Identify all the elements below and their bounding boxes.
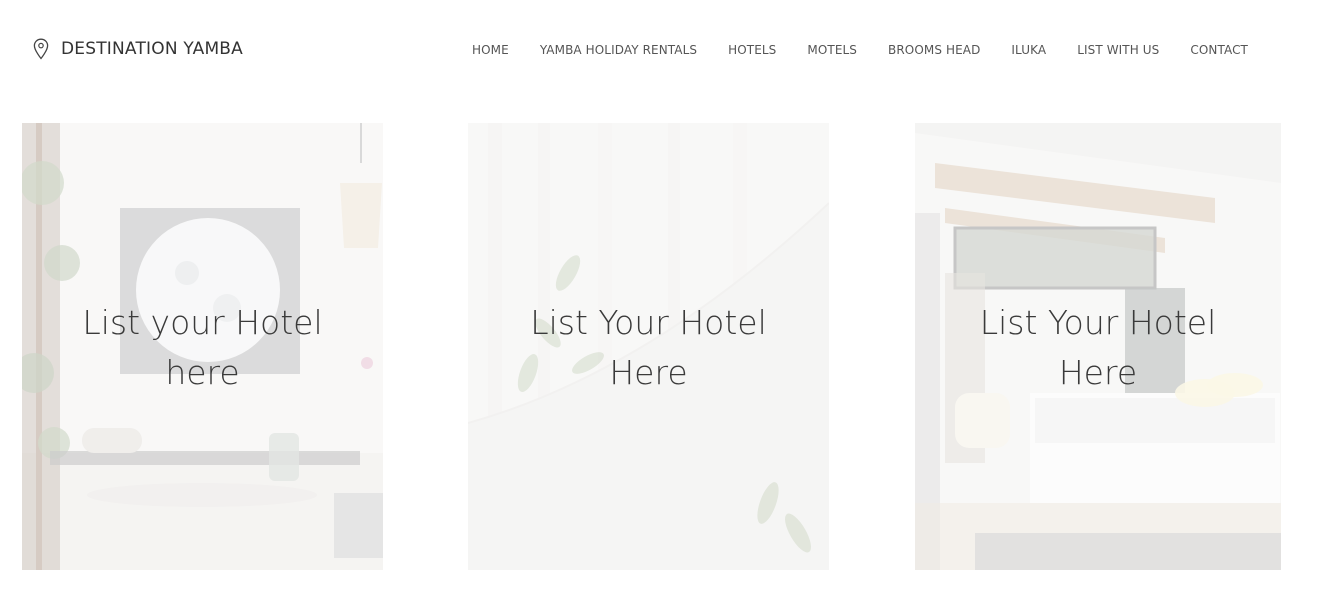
nav-iluka[interactable]: ILUKA — [1011, 41, 1046, 59]
card-caption: List your Hotel here — [22, 298, 383, 398]
nav-contact[interactable]: CONTACT — [1190, 41, 1248, 59]
nav-hotels[interactable]: HOTELS — [728, 41, 776, 59]
card-caption: List Your Hotel Here — [915, 298, 1281, 398]
brand-name: DESTINATION YAMBA — [61, 39, 243, 59]
caption-line: List Your Hotel — [530, 303, 767, 342]
hotel-listing-card[interactable]: List your Hotel here — [22, 123, 383, 570]
caption-line: List Your Hotel — [979, 303, 1217, 342]
caption-line: Here — [1058, 353, 1138, 392]
nav-home[interactable]: HOME — [472, 41, 509, 59]
nav-list-with-us[interactable]: LIST WITH US — [1077, 41, 1159, 59]
nav-brooms-head[interactable]: BROOMS HEAD — [888, 41, 980, 59]
card-caption: List Your Hotel Here — [468, 298, 829, 398]
nav-yamba-holiday-rentals[interactable]: YAMBA HOLIDAY RENTALS — [540, 41, 697, 59]
nav-motels[interactable]: MOTELS — [807, 41, 857, 59]
main-navigation: HOME YAMBA HOLIDAY RENTALS HOTELS MOTELS… — [472, 41, 1248, 59]
brand-logo-link[interactable]: DESTINATION YAMBA — [33, 38, 243, 60]
caption-line: here — [165, 353, 240, 392]
hotel-listing-card[interactable]: List Your Hotel Here — [468, 123, 829, 570]
caption-line: Here — [609, 353, 688, 392]
hotel-listing-card[interactable]: List Your Hotel Here — [915, 123, 1281, 570]
caption-line: List your Hotel — [82, 303, 323, 342]
map-pin-icon — [33, 38, 49, 60]
